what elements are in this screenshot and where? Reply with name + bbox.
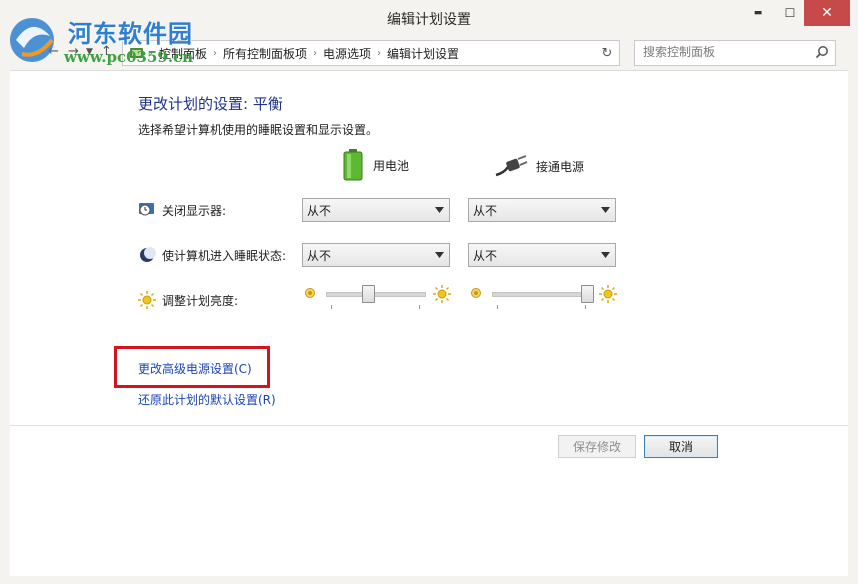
refresh-icon: ↻ — [601, 45, 613, 61]
selected-value: 从不 — [307, 248, 332, 263]
brightness-plugged-slider[interactable] — [468, 285, 618, 315]
close-button[interactable]: ✕ — [804, 0, 850, 26]
search-box[interactable] — [634, 40, 836, 66]
window-frame-left — [0, 36, 10, 584]
breadcrumb-separator: › — [213, 47, 218, 59]
setting-display-off: 关闭显示器: — [138, 201, 226, 219]
slider-thumb[interactable] — [361, 285, 375, 303]
selected-value: 从不 — [307, 203, 332, 218]
sleep-moon-icon — [138, 246, 156, 264]
slider-tick — [497, 305, 498, 309]
page-title: 更改计划的设置: 平衡 — [138, 95, 283, 113]
divider — [10, 425, 848, 426]
breadcrumb-all-items[interactable]: 所有控制面板项 — [223, 45, 307, 62]
close-icon: ✕ — [821, 5, 833, 21]
selected-value: 从不 — [473, 203, 498, 218]
battery-icon — [343, 149, 363, 181]
brightness-sun-icon — [138, 291, 156, 309]
save-changes-button[interactable]: 保存修改 — [558, 435, 636, 458]
slider-track[interactable] — [326, 292, 426, 297]
page-subtitle: 选择希望计算机使用的睡眠设置和显示设置。 — [138, 123, 379, 137]
display-off-battery-select[interactable]: 从不 — [302, 198, 450, 222]
chevron-down-icon — [601, 252, 610, 258]
watermark-name: 河东软件园 — [68, 19, 193, 48]
advanced-power-settings-link[interactable]: 更改高级电源设置(C) — [138, 360, 252, 377]
slider-thumb[interactable] — [581, 285, 594, 303]
refresh-button[interactable]: ↻ — [595, 40, 620, 66]
setting-label: 使计算机进入睡眠状态: — [162, 248, 287, 263]
chevron-down-icon — [435, 207, 444, 213]
watermark-url: www.pc0359.cn — [64, 48, 194, 66]
display-timer-icon — [138, 201, 156, 219]
minimize-button[interactable]: ▬ — [744, 0, 772, 26]
main-content: 更改计划的设置: 平衡 选择希望计算机使用的睡眠设置和显示设置。 用电池 接通电… — [10, 70, 848, 576]
restore-defaults-link[interactable]: 还原此计划的默认设置(R) — [138, 391, 276, 408]
search-input[interactable] — [635, 41, 821, 63]
slider-tick — [585, 305, 586, 309]
selected-value: 从不 — [473, 248, 498, 263]
display-off-plugged-select[interactable]: 从不 — [468, 198, 616, 222]
breadcrumb-separator: › — [313, 47, 318, 59]
sleep-plugged-select[interactable]: 从不 — [468, 243, 616, 267]
column-header-battery: 用电池 — [343, 149, 409, 181]
dim-sun-icon — [305, 288, 315, 298]
chevron-down-icon — [601, 207, 610, 213]
edit-plan-settings-window: 编辑计划设置 ▬ ☐ ✕ ← → ▼ ↑ › 控制面板 › 所有控制面板项 › … — [0, 0, 858, 584]
slider-track[interactable] — [492, 292, 592, 297]
watermark-emblem-icon — [10, 18, 54, 62]
slider-tick — [419, 305, 420, 309]
breadcrumb-edit-plan[interactable]: 编辑计划设置 — [387, 45, 459, 62]
cancel-button[interactable]: 取消 — [644, 435, 718, 458]
breadcrumb-separator: › — [377, 47, 382, 59]
setting-label: 关闭显示器: — [162, 203, 227, 218]
maximize-button[interactable]: ☐ — [776, 0, 804, 26]
column-label-plugged: 接通电源 — [536, 159, 585, 174]
slider-tick — [331, 305, 332, 309]
dim-sun-icon — [471, 288, 481, 298]
setting-brightness: 调整计划亮度: — [138, 291, 238, 309]
setting-sleep: 使计算机进入睡眠状态: — [138, 246, 286, 264]
chevron-down-icon — [435, 252, 444, 258]
maximize-icon: ☐ — [784, 6, 796, 20]
power-plug-icon — [494, 155, 528, 177]
minimize-icon: ▬ — [753, 8, 763, 18]
sleep-battery-select[interactable]: 从不 — [302, 243, 450, 267]
bright-sun-icon — [599, 285, 617, 303]
setting-label: 调整计划亮度: — [162, 293, 239, 308]
search-icon[interactable] — [815, 45, 829, 62]
brightness-battery-slider[interactable] — [302, 285, 452, 315]
watermark-logo: 河东软件园 www.pc0359.cn — [4, 4, 204, 74]
breadcrumb-power-options[interactable]: 电源选项 — [323, 45, 371, 62]
bright-sun-icon — [433, 285, 451, 303]
column-label-battery: 用电池 — [373, 158, 410, 173]
column-header-plugged: 接通电源 — [494, 155, 584, 177]
